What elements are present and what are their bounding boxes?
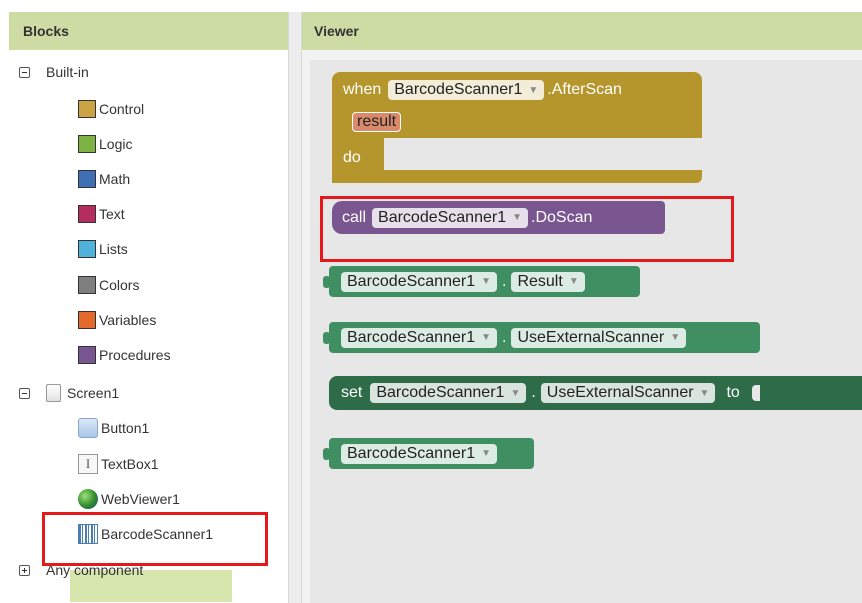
property-dropdown[interactable]: Result ▼ — [511, 271, 585, 292]
event-block-afterscan[interactable]: when BarcodeScanner1 ▼ .AfterScan result… — [332, 72, 702, 183]
property-dropdown-label: UseExternalScanner — [546, 384, 694, 401]
math-swatch-icon — [78, 170, 96, 188]
dot-separator: . — [502, 272, 507, 290]
variables-swatch-icon — [78, 311, 96, 329]
component-webviewer1-label: WebViewer1 — [101, 491, 180, 507]
tree-node-screen1-label: Screen1 — [67, 385, 120, 401]
viewer-area: when BarcodeScanner1 ▼ .AfterScan result… — [302, 50, 862, 603]
getter-block-result[interactable]: BarcodeScanner1 ▼ . Result ▼ — [329, 266, 640, 297]
drawer-colors[interactable]: Colors — [78, 276, 139, 294]
drawer-colors-label: Colors — [99, 277, 140, 293]
output-tab — [323, 332, 330, 344]
text-swatch-icon — [78, 205, 96, 223]
textbox-icon: I — [78, 454, 98, 474]
blocks-workspace[interactable]: when BarcodeScanner1 ▼ .AfterScan result… — [310, 60, 862, 603]
output-tab — [323, 276, 330, 288]
when-keyword: when — [343, 81, 382, 98]
drawer-lists-label: Lists — [99, 241, 128, 257]
drawer-logic[interactable]: Logic — [78, 135, 132, 153]
component-dropdown-label: BarcodeScanner1 — [347, 328, 476, 346]
dropdown-arrow-icon: ▼ — [481, 448, 491, 459]
component-button1[interactable]: Button1 — [78, 418, 149, 438]
property-dropdown-label: UseExternalScanner — [517, 328, 665, 346]
dot-separator: . — [502, 328, 507, 346]
drawer-text-label: Text — [99, 206, 125, 222]
drawer-control[interactable]: Control — [78, 100, 144, 118]
dropdown-arrow-icon: ▼ — [699, 387, 710, 399]
event-params: result — [352, 111, 402, 133]
drawer-variables[interactable]: Variables — [78, 311, 156, 329]
component-dropdown[interactable]: BarcodeScanner1 ▼ — [341, 327, 497, 348]
do-label-wrap: do — [343, 148, 361, 168]
tree-node-screen1[interactable]: Screen1 — [19, 384, 119, 402]
event-block-line: when BarcodeScanner1 ▼ .AfterScan — [343, 79, 622, 101]
component-textbox1-label: TextBox1 — [101, 456, 159, 472]
component-dropdown-label: BarcodeScanner1 — [347, 444, 476, 462]
do-keyword: do — [343, 149, 361, 166]
app-root: Blocks Built-in Control Logic Math Text — [0, 0, 862, 603]
drawer-math[interactable]: Math — [78, 170, 130, 188]
blocks-panel-title: Blocks — [9, 12, 288, 50]
globe-icon — [78, 489, 98, 509]
collapse-icon[interactable] — [19, 387, 30, 399]
panel-divider[interactable] — [288, 12, 302, 603]
property-dropdown[interactable]: UseExternalScanner ▼ — [540, 383, 716, 403]
component-dropdown[interactable]: BarcodeScanner1 ▼ — [370, 383, 527, 403]
tree-node-builtin[interactable]: Built-in — [19, 64, 89, 80]
do-slot[interactable] — [384, 138, 702, 170]
highlight-box-call-block — [320, 196, 734, 262]
value-socket[interactable] — [751, 385, 760, 401]
procedures-swatch-icon — [78, 346, 96, 364]
drawer-procedures-label: Procedures — [99, 347, 171, 363]
collapse-icon[interactable] — [19, 66, 30, 78]
component-dropdown-label: BarcodeScanner1 — [347, 272, 476, 290]
screen-icon — [46, 384, 61, 402]
component-dropdown-label: BarcodeScanner1 — [376, 384, 505, 401]
logic-swatch-icon — [78, 135, 96, 153]
component-dropdown[interactable]: BarcodeScanner1 ▼ — [341, 271, 497, 292]
result-param[interactable]: result — [352, 112, 402, 132]
component-dropdown-label: BarcodeScanner1 — [394, 81, 523, 98]
lists-swatch-icon — [78, 240, 96, 258]
dropdown-arrow-icon: ▼ — [568, 276, 579, 287]
component-dropdown[interactable]: BarcodeScanner1 ▼ — [388, 80, 545, 100]
drawer-variables-label: Variables — [99, 312, 157, 328]
dropdown-arrow-icon: ▼ — [481, 332, 491, 343]
drawer-math-label: Math — [99, 171, 131, 187]
expand-icon[interactable] — [19, 564, 30, 576]
event-name: .AfterScan — [547, 81, 622, 98]
property-dropdown-label: Result — [517, 272, 563, 290]
output-tab — [323, 448, 330, 460]
component-dropdown[interactable]: BarcodeScanner1 ▼ — [341, 443, 497, 464]
component-webviewer1[interactable]: WebViewer1 — [78, 489, 180, 509]
control-swatch-icon — [78, 100, 96, 118]
event-block-foot — [384, 170, 702, 183]
component-block-barcodescanner1[interactable]: BarcodeScanner1 ▼ — [329, 438, 534, 469]
dropdown-arrow-icon: ▼ — [528, 84, 539, 96]
dropdown-arrow-icon: ▼ — [510, 387, 521, 399]
drawer-logic-label: Logic — [99, 136, 133, 152]
drawer-procedures[interactable]: Procedures — [78, 346, 171, 364]
dropdown-arrow-icon: ▼ — [670, 332, 681, 343]
dot-separator: . — [531, 384, 536, 401]
highlight-box-component — [42, 512, 268, 566]
to-keyword: to — [726, 384, 740, 401]
component-button1-label: Button1 — [101, 420, 150, 436]
getter-block-useexternalscanner[interactable]: BarcodeScanner1 ▼ . UseExternalScanner ▼ — [329, 322, 760, 353]
component-textbox1[interactable]: I TextBox1 — [78, 454, 159, 474]
viewer-title: Viewer — [302, 12, 862, 50]
button-icon — [78, 418, 98, 438]
property-dropdown[interactable]: UseExternalScanner ▼ — [511, 327, 687, 348]
set-keyword: set — [341, 384, 363, 401]
colors-swatch-icon — [78, 276, 96, 294]
tree-node-builtin-label: Built-in — [46, 64, 89, 80]
drawer-lists[interactable]: Lists — [78, 240, 128, 258]
drawer-text[interactable]: Text — [78, 205, 125, 223]
drawer-control-label: Control — [99, 101, 145, 117]
dropdown-arrow-icon: ▼ — [481, 276, 491, 287]
setter-block-useexternalscanner[interactable]: set BarcodeScanner1 ▼ . UseExternalScann… — [329, 376, 862, 410]
